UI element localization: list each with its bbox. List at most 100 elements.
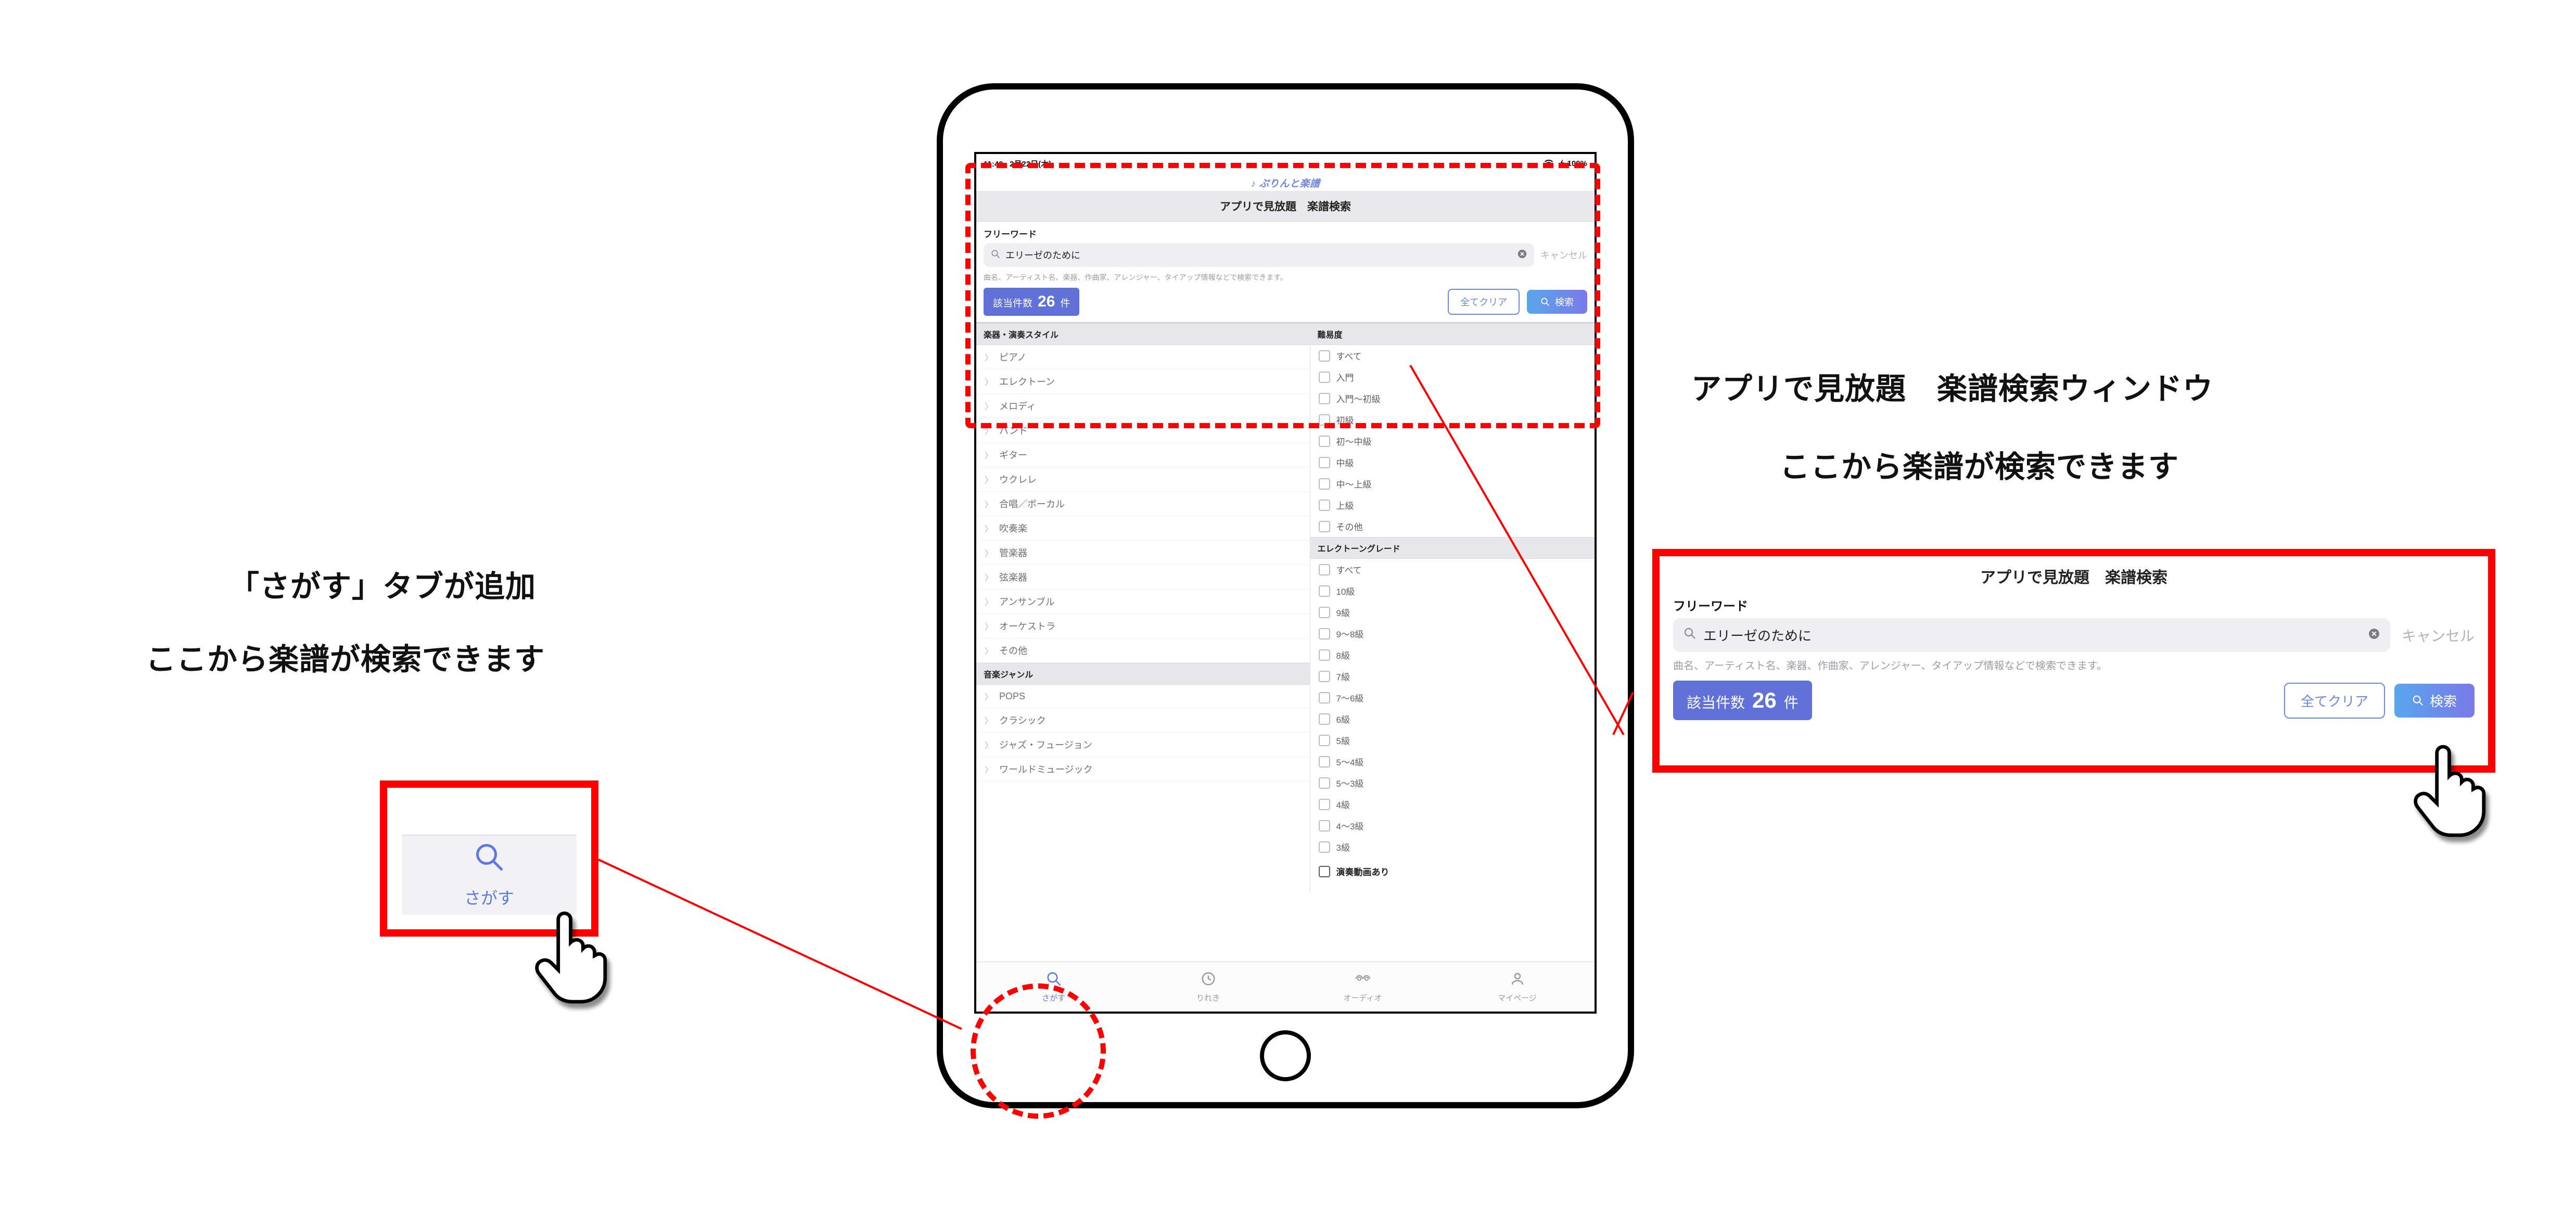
search-help-text: 曲名、アーティスト名、楽器、作曲家、アレンジャー、タイアップ情報などで検索できま… [976, 270, 1595, 288]
sagasu-label: さがす [464, 885, 514, 909]
chevron-right-icon: 〉 [985, 449, 993, 461]
battery-indicator: 100% [1559, 159, 1587, 168]
checkbox-label: すべて [1336, 349, 1362, 362]
checkbox-row[interactable]: その他 [1310, 516, 1595, 537]
list-item[interactable]: 〉ギター [976, 443, 1310, 467]
chevron-right-icon: 〉 [985, 738, 993, 751]
checkbox-label: 7～6級 [1336, 691, 1364, 704]
checkbox-row[interactable]: 10級 [1310, 580, 1595, 602]
callout-clear-all-button[interactable]: 全てクリア [2284, 683, 2385, 719]
checkbox-icon [1319, 820, 1330, 832]
callout-count-number: 26 [1752, 688, 1777, 713]
checkbox-row[interactable]: 8級 [1310, 644, 1595, 666]
clear-input-icon[interactable] [2368, 628, 2380, 643]
audio-icon [1354, 971, 1372, 990]
search-input-value: エリーゼのために [1005, 248, 1080, 262]
list-item[interactable]: 〉ウクレレ [976, 467, 1310, 492]
clear-all-button[interactable]: 全てクリア [1448, 289, 1520, 315]
list-item[interactable]: 〉ワールドミュージック [976, 757, 1310, 782]
list-item[interactable]: 〉その他 [976, 638, 1310, 663]
checkbox-row[interactable]: 中～上級 [1310, 473, 1595, 494]
chevron-right-icon: 〉 [985, 571, 993, 583]
checkbox-icon [1319, 713, 1330, 725]
list-item-label: ギター [999, 448, 1027, 462]
checkbox-label: 5級 [1336, 734, 1350, 747]
tab-history[interactable]: りれき [1131, 962, 1285, 1012]
callout-freeword-label: フリーワード [1673, 592, 2475, 618]
checkbox-label: 9級 [1336, 606, 1350, 619]
list-item[interactable]: 〉オーケストラ [976, 614, 1310, 638]
wifi-icon [1544, 159, 1554, 168]
checkbox-icon [1319, 436, 1330, 447]
checkbox-row[interactable]: 4級 [1310, 794, 1595, 815]
checkbox-icon [1319, 799, 1330, 810]
home-button[interactable] [1260, 1030, 1311, 1081]
chevron-right-icon: 〉 [985, 424, 993, 437]
callout-search-value: エリーゼのために [1703, 625, 1812, 645]
list-item[interactable]: 〉ピアノ [976, 345, 1310, 369]
checkbox-label: 7級 [1336, 670, 1350, 683]
checkbox-row[interactable]: 3級 [1310, 836, 1595, 858]
checkbox-icon [1319, 585, 1330, 597]
checkbox-row[interactable]: 初級 [1310, 409, 1595, 430]
freeword-label: フリーワード [976, 222, 1595, 243]
callout-search-button[interactable]: 検索 [2394, 684, 2475, 718]
list-item[interactable]: 〉メロディ [976, 394, 1310, 418]
callout-help-text: 曲名、アーティスト名、楽器、作曲家、アレンジャー、タイアップ情報などで検索できま… [1673, 652, 2475, 681]
checkbox-icon [1319, 500, 1330, 511]
search-icon [474, 841, 505, 880]
search-input[interactable]: エリーゼのために [984, 243, 1534, 267]
result-count-label: 該当件数 [993, 296, 1032, 310]
checkbox-label: その他 [1336, 520, 1363, 533]
callout-cancel-button[interactable]: キャンセル [2402, 625, 2475, 646]
checkbox-row[interactable]: 7～6級 [1310, 687, 1595, 708]
list-item[interactable]: 〉弦楽器 [976, 565, 1310, 590]
list-item[interactable]: 〉アンサンブル [976, 590, 1310, 614]
checkbox-label: 上級 [1336, 498, 1354, 511]
list-item[interactable]: 〉ジャズ・フュージョン [976, 733, 1310, 757]
list-item[interactable]: 〉POPS [976, 685, 1310, 708]
clear-input-icon[interactable] [1517, 249, 1527, 261]
chevron-right-icon: 〉 [985, 473, 993, 485]
checkbox-row[interactable]: 4～3級 [1310, 815, 1595, 836]
video-available-checkbox[interactable]: 演奏動画あり [1310, 858, 1595, 882]
list-item[interactable]: 〉吹奏楽 [976, 516, 1310, 541]
callout-search-input[interactable]: エリーゼのために [1673, 618, 2390, 652]
list-item[interactable]: 〉合唱／ボーカル [976, 492, 1310, 516]
checkbox-row[interactable]: 6級 [1310, 708, 1595, 730]
tab-label: マイページ [1498, 992, 1537, 1003]
tab-label: オーディオ [1344, 992, 1382, 1003]
list-item[interactable]: 〉管楽器 [976, 541, 1310, 565]
checkbox-row[interactable]: 入門 [1310, 366, 1595, 388]
tab-mypage[interactable]: マイページ [1440, 962, 1595, 1012]
list-item[interactable]: 〉バンド [976, 418, 1310, 443]
callout-result-count: 該当件数 26 件 [1673, 681, 1812, 720]
checkbox-icon [1319, 478, 1330, 490]
chevron-right-icon: 〉 [985, 763, 993, 775]
list-item-label: 管楽器 [999, 546, 1027, 559]
list-item-label: ピアノ [999, 350, 1026, 364]
search-button[interactable]: 検索 [1527, 290, 1587, 314]
checkbox-row[interactable]: すべて [1310, 559, 1595, 580]
tab-bar: さがす りれき オーディオ [976, 962, 1595, 1012]
checkbox-row[interactable]: 9～8級 [1310, 623, 1595, 644]
checkbox-row[interactable]: 入門～初級 [1310, 388, 1595, 409]
checkbox-row[interactable]: 中級 [1310, 452, 1595, 473]
section-instrument: 楽器・演奏スタイル [976, 323, 1310, 345]
checkbox-row[interactable]: 5～3級 [1310, 772, 1595, 794]
checkbox-row[interactable]: 7級 [1310, 666, 1595, 687]
tab-search[interactable]: さがす [976, 962, 1131, 1012]
checkbox-row[interactable]: 5～4級 [1310, 751, 1595, 772]
history-icon [1201, 971, 1216, 990]
list-item-label: バンド [999, 424, 1028, 437]
list-item-label: その他 [999, 644, 1027, 657]
checkbox-row[interactable]: 5級 [1310, 730, 1595, 751]
chevron-right-icon: 〉 [985, 375, 993, 388]
chevron-right-icon: 〉 [985, 714, 993, 726]
list-item[interactable]: 〉エレクトーン [976, 369, 1310, 394]
list-item[interactable]: 〉クラシック [976, 708, 1310, 733]
checkbox-row[interactable]: すべて [1310, 345, 1595, 366]
cancel-button[interactable]: キャンセル [1540, 248, 1587, 262]
checkbox-row[interactable]: 上級 [1310, 494, 1595, 516]
tab-audio[interactable]: オーディオ [1285, 962, 1440, 1012]
